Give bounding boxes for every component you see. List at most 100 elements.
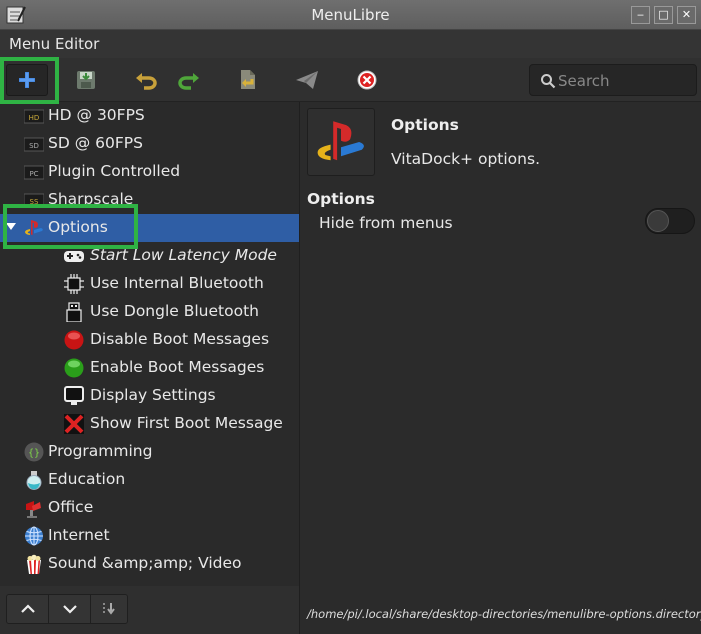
green-circle-icon xyxy=(64,358,84,378)
hide-from-menus-switch[interactable] xyxy=(645,208,695,234)
redo-icon xyxy=(178,73,199,90)
add-button[interactable] xyxy=(6,64,48,96)
toolbar xyxy=(0,58,701,102)
revert-button[interactable] xyxy=(231,64,265,96)
revert-icon xyxy=(241,70,255,89)
usb-dongle-icon xyxy=(66,302,82,322)
chevron-up-icon xyxy=(20,604,35,613)
minimize-icon: ‒ xyxy=(637,8,644,21)
tree-item-sd-60fps[interactable]: SD SD @ 60FPS xyxy=(0,130,299,158)
tree-item-sound-video[interactable]: Sound &amp;amp; Video xyxy=(0,550,299,578)
move-up-button[interactable] xyxy=(7,595,49,623)
pc-badge-icon: PC xyxy=(24,165,44,180)
close-button[interactable]: ✕ xyxy=(677,6,696,24)
tree-item-label: Start Low Latency Mode xyxy=(90,246,277,264)
redo-button[interactable] xyxy=(172,64,206,96)
tree-item-internet[interactable]: Internet xyxy=(0,522,299,550)
maximize-button[interactable]: □ xyxy=(654,6,673,24)
undo-button[interactable] xyxy=(129,64,163,96)
window-title: MenuLibre xyxy=(311,6,390,24)
sd-badge-icon: SD xyxy=(24,137,44,152)
programming-icon: {} xyxy=(24,442,44,462)
hd-badge-icon: HD xyxy=(24,109,44,124)
sd-badge-text: SD xyxy=(29,142,39,150)
tree-item-programming[interactable]: {} Programming xyxy=(0,438,299,466)
tree-item-label: Options xyxy=(48,218,108,236)
programming-braces-glyph: {} xyxy=(28,448,40,459)
tree-item-display-settings[interactable]: Display Settings xyxy=(0,382,299,410)
tree-item-label: Enable Boot Messages xyxy=(90,358,265,376)
tree-item-label: Programming xyxy=(48,442,153,460)
office-icon xyxy=(26,501,41,518)
chevron-down-icon xyxy=(62,605,77,614)
hd-badge-text: HD xyxy=(29,114,40,122)
sort-button[interactable] xyxy=(91,595,127,623)
title-bar: MenuLibre ‒ □ ✕ xyxy=(0,0,701,30)
item-comment[interactable]: VitaDock+ options. xyxy=(391,150,540,168)
tree-item-label: Use Dongle Bluetooth xyxy=(90,302,259,320)
tree-item-label: Office xyxy=(48,498,94,516)
delete-button[interactable] xyxy=(350,64,384,96)
switch-knob xyxy=(647,210,669,232)
save-button[interactable] xyxy=(69,64,103,96)
playstation-icon xyxy=(25,220,43,235)
search-icon xyxy=(541,74,556,89)
tree-item-label: Internet xyxy=(48,526,110,544)
move-down-button[interactable] xyxy=(49,595,91,623)
item-icon-button[interactable] xyxy=(307,108,375,176)
tree-item-label: Sharpscale xyxy=(48,190,134,208)
tree-item-sharpscale[interactable]: SS Sharpscale xyxy=(0,186,299,214)
menu-bar: Menu Editor xyxy=(0,30,701,58)
tree-item-options[interactable]: Options xyxy=(0,214,299,242)
close-icon: ✕ xyxy=(681,8,692,21)
tree-item-start-low-latency-mode[interactable]: Start Low Latency Mode xyxy=(0,242,299,270)
menu-editor-menu[interactable]: Menu Editor xyxy=(9,35,99,53)
pc-badge-text: PC xyxy=(29,170,38,178)
playstation-large-icon xyxy=(317,121,364,161)
delete-icon xyxy=(357,70,377,90)
tree-item-disable-boot-messages[interactable]: Disable Boot Messages xyxy=(0,326,299,354)
send-icon xyxy=(296,71,318,89)
tree-controls xyxy=(0,586,300,634)
tree-item-label: Plugin Controlled xyxy=(48,162,181,180)
sort-icon xyxy=(103,603,115,615)
ss-badge-icon: SS xyxy=(24,193,44,208)
tree-item-use-dongle-bluetooth[interactable]: Use Dongle Bluetooth xyxy=(0,298,299,326)
chip-icon xyxy=(64,274,84,294)
popcorn-icon xyxy=(27,554,41,574)
tree-item-label: SD @ 60FPS xyxy=(48,134,143,152)
section-heading: Options xyxy=(307,190,375,208)
tree-item-plugin-controlled[interactable]: PC Plugin Controlled xyxy=(0,158,299,186)
tree-item-label: Disable Boot Messages xyxy=(90,330,270,348)
tree-item-label: Education xyxy=(48,470,126,488)
tree-item-label: Display Settings xyxy=(90,386,216,404)
menu-tree[interactable]: HD HD @ 30FPS SD SD @ 60FPS PC Plugin Co… xyxy=(0,102,300,586)
search-input[interactable] xyxy=(558,69,688,93)
move-button-group xyxy=(6,594,128,624)
save-icon xyxy=(77,71,95,89)
globe-icon xyxy=(25,526,43,546)
tree-item-hd-30fps[interactable]: HD HD @ 30FPS xyxy=(0,102,299,130)
expander-arrow-icon[interactable] xyxy=(6,223,16,230)
tree-item-use-internal-bluetooth[interactable]: Use Internal Bluetooth xyxy=(0,270,299,298)
item-name[interactable]: Options xyxy=(391,116,459,134)
tree-item-label: Use Internal Bluetooth xyxy=(90,274,264,292)
detail-pane: Options VitaDock+ options. Options Hide … xyxy=(301,102,701,634)
tree-item-partial[interactable] xyxy=(0,578,299,586)
monitor-icon xyxy=(64,386,84,405)
tree-item-enable-boot-messages[interactable]: Enable Boot Messages xyxy=(0,354,299,382)
file-path: /home/pi/.local/share/desktop-directorie… xyxy=(307,607,701,621)
tree-item-label: Show First Boot Message xyxy=(90,414,283,432)
tree-item-label: HD @ 30FPS xyxy=(48,106,145,124)
maximize-icon: □ xyxy=(658,8,669,21)
search-box[interactable] xyxy=(529,64,697,96)
plus-icon xyxy=(19,72,35,88)
hide-from-menus-label: Hide from menus xyxy=(319,214,453,232)
tree-item-show-first-boot-message[interactable]: Show First Boot Message xyxy=(0,410,299,438)
tree-item-office[interactable]: Office xyxy=(0,494,299,522)
gamepad-icon xyxy=(64,251,84,262)
tree-item-label: Sound &amp;amp; Video xyxy=(48,554,242,572)
test-launch-button[interactable] xyxy=(290,64,324,96)
tree-item-education[interactable]: Education xyxy=(0,466,299,494)
minimize-button[interactable]: ‒ xyxy=(631,6,650,24)
